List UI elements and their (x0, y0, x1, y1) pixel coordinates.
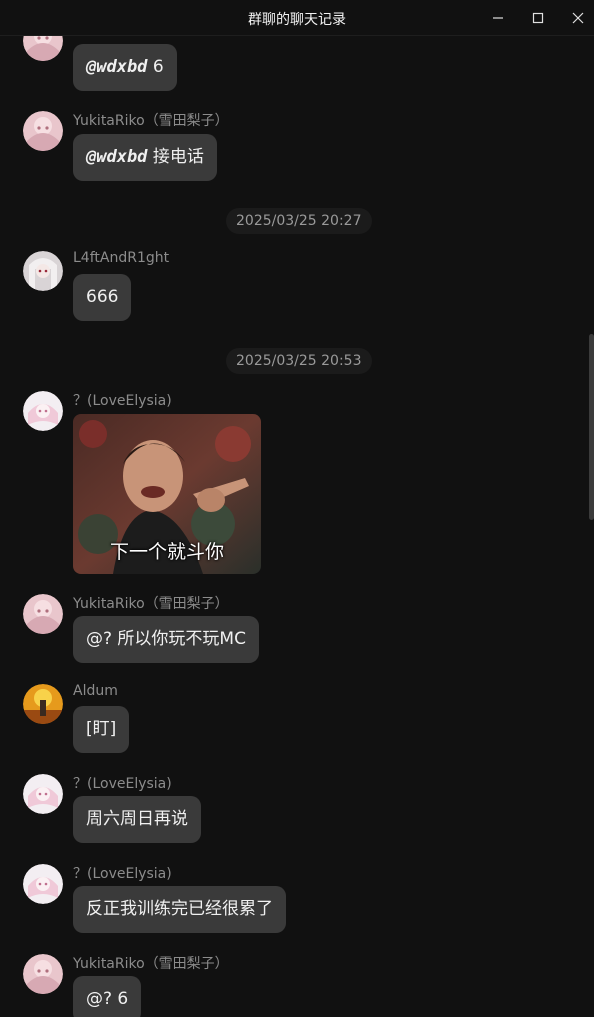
maximize-button[interactable] (523, 4, 553, 32)
message-text: 接电话 (147, 147, 204, 167)
message-bubble[interactable]: 666 (73, 274, 132, 321)
sticker-caption: 下一个就斗你 (109, 541, 224, 563)
maximize-icon (532, 12, 544, 24)
sender-name: YukitaRiko（雪田梨子） (73, 596, 229, 612)
sender-name: L4ftAndR1ght (73, 250, 170, 266)
avatar[interactable] (23, 251, 63, 291)
avatar[interactable] (23, 594, 63, 634)
minimize-button[interactable] (483, 4, 513, 32)
close-button[interactable] (563, 4, 593, 32)
message-bubble[interactable]: 周六周日再说 (73, 796, 201, 843)
elysia-avatar-icon (23, 864, 63, 904)
scrollbar[interactable] (589, 334, 594, 520)
message-text: [盯] (86, 719, 117, 739)
pink-anime-avatar-icon (23, 954, 63, 994)
sender-name: YukitaRiko（雪田梨子） (73, 956, 229, 972)
message-bubble[interactable]: @wdxbd 6 (73, 44, 177, 91)
sender-name: YukitaRiko（雪田梨子） (73, 113, 229, 129)
message-text: 周六周日再说 (86, 809, 188, 829)
avatar[interactable] (23, 111, 63, 151)
pink-anime-avatar-icon (23, 36, 63, 61)
message-list[interactable]: @wdxbd 6 YukitaRiko（雪田梨子） @wdxbd 接电话 202… (0, 36, 594, 1017)
timestamp-divider: 2025/03/25 20:53 (226, 348, 372, 374)
sunset-avatar-icon (23, 684, 63, 724)
message-text: 6 (147, 57, 164, 77)
sticker-image[interactable]: 下一个就斗你 (73, 414, 261, 574)
elysia-avatar-icon (23, 774, 63, 814)
avatar[interactable] (23, 954, 63, 994)
message-bubble[interactable]: @? 6 (73, 976, 142, 1017)
message-text: 反正我训练完已经很累了 (86, 899, 273, 919)
avatar[interactable] (23, 774, 63, 814)
avatar[interactable] (23, 391, 63, 431)
message-bubble[interactable]: [盯] (73, 706, 130, 753)
sender-name: ？(LoveElysia) (73, 866, 172, 882)
message-text: 666 (86, 287, 119, 307)
minimize-icon (493, 17, 503, 19)
chat-history-window: 群聊的聊天记录 @wdxbd 6 YukitaRiko（雪田梨子） @wdxbd… (0, 0, 594, 1017)
message-bubble[interactable]: @wdxbd 接电话 (73, 134, 217, 181)
elysia-avatar-icon (23, 391, 63, 431)
mention[interactable]: @wdxbd (86, 57, 147, 77)
title-bar: 群聊的聊天记录 (0, 0, 594, 36)
message-bubble[interactable]: @? 所以你玩不玩MC (73, 616, 259, 663)
mention[interactable]: @wdxbd (86, 147, 147, 167)
sender-name: ？(LoveElysia) (73, 393, 172, 409)
sender-name: Aldum (73, 683, 118, 699)
close-icon (572, 12, 584, 24)
timestamp-divider: 2025/03/25 20:27 (226, 208, 372, 234)
white-hair-avatar-icon (23, 251, 63, 291)
sender-name: ？(LoveElysia) (73, 776, 172, 792)
message-text: @? 所以你玩不玩MC (86, 629, 246, 649)
pink-anime-avatar-icon (23, 111, 63, 151)
message-text: @? 6 (86, 989, 129, 1009)
avatar[interactable] (23, 36, 63, 61)
pink-anime-avatar-icon (23, 594, 63, 634)
avatar[interactable] (23, 684, 63, 724)
message-bubble[interactable]: 反正我训练完已经很累了 (73, 886, 286, 933)
avatar[interactable] (23, 864, 63, 904)
